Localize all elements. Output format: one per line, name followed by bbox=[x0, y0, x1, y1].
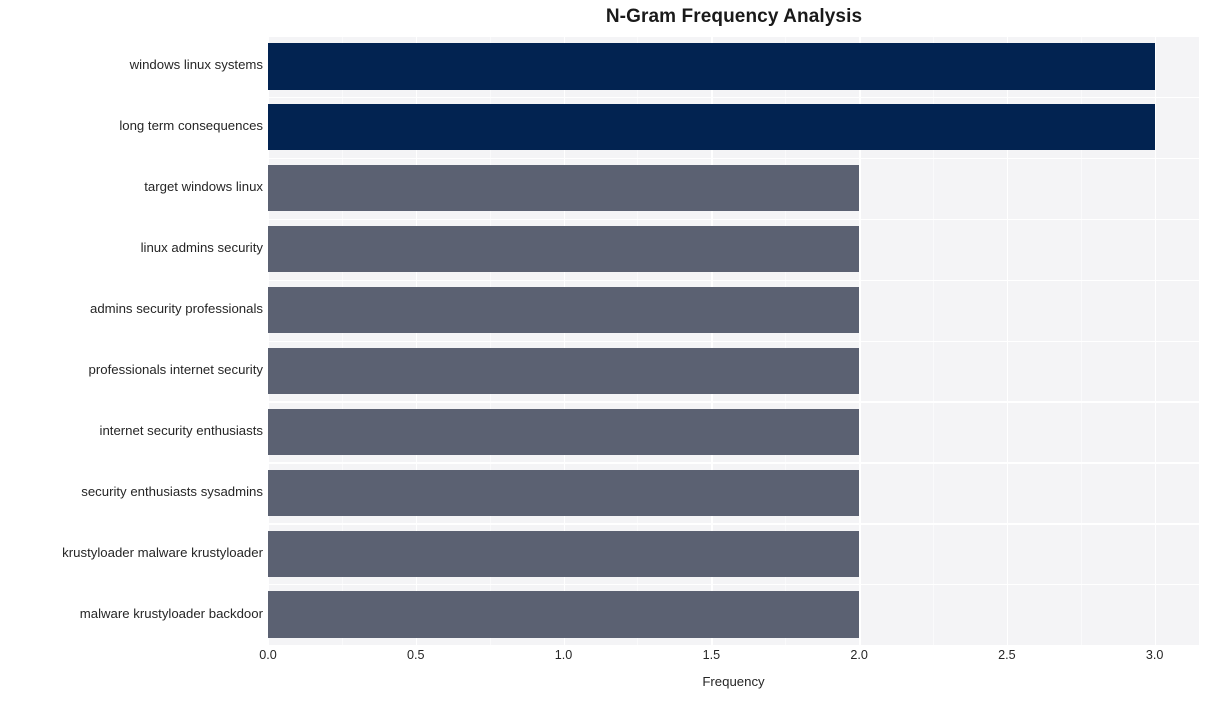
bar bbox=[268, 591, 860, 638]
bar bbox=[268, 104, 1155, 151]
bar bbox=[268, 43, 1155, 90]
x-axis-label: Frequency bbox=[702, 674, 765, 689]
y-tick-label: krustyloader malware krustyloader bbox=[62, 544, 263, 560]
y-gridline bbox=[268, 218, 1199, 221]
x-tick-label: 1.0 bbox=[554, 648, 573, 662]
page-title: N-Gram Frequency Analysis bbox=[605, 6, 863, 27]
bar bbox=[268, 347, 860, 395]
y-tick-label: internet security enthusiasts bbox=[99, 422, 263, 438]
x-tick-label: 2.5 bbox=[998, 648, 1016, 662]
bar bbox=[268, 469, 860, 516]
y-tick-label: malware krustyloader backdoor bbox=[79, 605, 263, 621]
y-tick-label: admins security professionals bbox=[90, 301, 263, 317]
bar bbox=[268, 408, 860, 455]
y-tick-label: professionals internet security bbox=[88, 361, 263, 377]
bar bbox=[268, 165, 860, 212]
x-tick-label: 1.5 bbox=[702, 648, 721, 662]
y-tick-label: security enthusiasts sysadmins bbox=[81, 483, 263, 499]
chart-figure: N-Gram Frequency Analysis windows linux … bbox=[0, 0, 1208, 701]
x-tick-label: 2.0 bbox=[850, 648, 868, 662]
y-tick-label: target windows linux bbox=[144, 179, 263, 195]
y-gridline bbox=[268, 340, 1199, 342]
plot-area bbox=[268, 36, 1199, 645]
y-gridline bbox=[268, 523, 1199, 525]
bar bbox=[268, 530, 860, 577]
y-tick-label: windows linux systems bbox=[129, 57, 263, 73]
y-tick-label: long term consequences bbox=[119, 118, 263, 134]
x-tick-label: 0.0 bbox=[259, 648, 277, 662]
y-gridline bbox=[268, 584, 1199, 586]
y-gridline bbox=[268, 36, 1199, 38]
y-gridline bbox=[268, 96, 1199, 99]
bar bbox=[268, 226, 860, 273]
y-gridline bbox=[268, 462, 1199, 464]
x-tick-label: 0.5 bbox=[407, 648, 425, 662]
y-gridline bbox=[268, 279, 1199, 281]
y-gridline bbox=[268, 401, 1199, 403]
x-axis-tick-labels: 0.0 0.5 1.0 1.5 2.0 2.5 3.0 bbox=[259, 648, 1199, 668]
y-gridline bbox=[268, 157, 1199, 160]
y-axis-tick-labels: windows linux systems long term consequen… bbox=[0, 36, 263, 645]
y-tick-label: linux admins security bbox=[140, 240, 263, 256]
x-tick-label: 3.0 bbox=[1145, 648, 1164, 662]
bar bbox=[268, 286, 860, 334]
